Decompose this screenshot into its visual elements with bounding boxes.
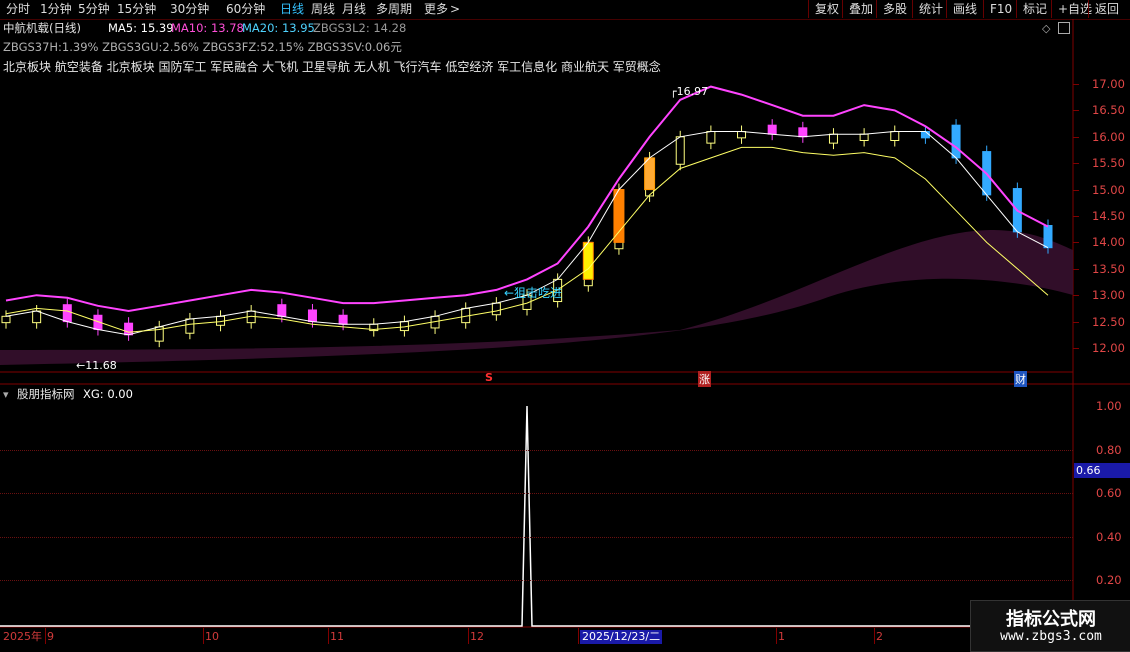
candle-body (185, 318, 195, 334)
price-tick-label: 14.50 (1092, 209, 1125, 223)
low-annotation: ←11.68 (76, 359, 117, 372)
candle-body (859, 133, 869, 141)
indicator-tick-label: 0.40 (1096, 529, 1122, 544)
candle-body (307, 309, 317, 323)
price-tick-mark (1073, 84, 1079, 85)
price-tick-mark (1073, 189, 1079, 191)
date-tick-label: 11 (330, 630, 344, 643)
indicator-gridline (0, 580, 1073, 581)
candle-body (32, 310, 42, 324)
price-tick-mark (1073, 110, 1079, 112)
candle-body (62, 304, 72, 323)
indicator-tick-label: 1.00 (1096, 399, 1122, 413)
indicator-tick-label: 0.20 (1096, 573, 1122, 587)
price-tick-label: 14.00 (1092, 235, 1125, 250)
price-tick-label: 12.00 (1092, 341, 1125, 355)
price-tick-mark (1073, 216, 1079, 217)
watermark-title: 指标公式网 (1006, 609, 1096, 630)
indicator-gridline (0, 536, 1073, 538)
candle-body (737, 131, 747, 139)
candle-body (1, 315, 11, 324)
cursor-value-badge: 0.66 (1074, 463, 1130, 478)
candle-body (767, 124, 777, 135)
candle-body (277, 304, 287, 317)
candle-body (124, 322, 134, 336)
candle-body (920, 131, 930, 139)
indicator-tick-label: 0.60 (1096, 486, 1122, 500)
breakout-bar (613, 189, 625, 243)
date-tick-label: 10 (205, 630, 219, 643)
breakout-bar (644, 157, 656, 191)
price-tick-label: 16.50 (1092, 103, 1125, 118)
price-tick-mark (1073, 321, 1079, 323)
candle-body (491, 302, 501, 316)
date-tick-mark (328, 628, 329, 644)
watermark-url: www.zbgs3.com (1000, 629, 1102, 644)
xg-signal-line (0, 405, 1073, 627)
candle-body (338, 314, 348, 325)
candle-body (1043, 225, 1053, 249)
date-tick-label: 9 (47, 630, 54, 643)
date-tick-mark (578, 628, 579, 644)
date-tick-mark (874, 628, 875, 644)
price-tick-mark (1073, 163, 1079, 165)
indicator-title: 股朋指标网 (17, 387, 75, 401)
date-tick-label: 2025/12/23/二 (580, 630, 663, 644)
event-marker-zhang[interactable]: 涨 (698, 371, 711, 387)
candlesticks (1, 119, 1053, 348)
high-annotation: ┌16.97 (670, 85, 709, 98)
price-tick-label: 13.00 (1092, 288, 1125, 303)
candle-body (828, 133, 838, 144)
candle-body (706, 131, 716, 144)
price-tick-label: 13.50 (1092, 261, 1125, 276)
price-tick-mark (1073, 268, 1079, 270)
date-tick-mark (45, 628, 46, 644)
date-tick-label: 12 (470, 630, 484, 643)
date-tick-mark (776, 628, 777, 644)
indicator-lines (0, 405, 1073, 627)
price-tick-label: 17.00 (1092, 77, 1125, 91)
candle-body (890, 131, 900, 141)
price-tick-label: 15.00 (1092, 182, 1125, 197)
breakout-bar (582, 241, 594, 280)
price-chart (0, 19, 1130, 628)
indicator-gridline (0, 449, 1073, 451)
date-tick-mark (468, 628, 469, 644)
price-tick-label: 15.50 (1092, 156, 1125, 171)
price-tick-mark (1073, 348, 1079, 349)
price-tick-mark (1073, 242, 1079, 244)
candle-body (951, 124, 961, 159)
event-marker-s[interactable]: S (485, 371, 493, 384)
indicator-tick-label: 0.80 (1096, 442, 1122, 457)
price-tick-label: 16.00 (1092, 129, 1125, 144)
price-tick-mark (1073, 295, 1079, 297)
date-tick-label: 1 (778, 630, 785, 643)
signal-annotation: ←狙击吃进 (504, 286, 563, 300)
watermark: 指标公式网 www.zbgs3.com (970, 600, 1130, 652)
candle-body (675, 136, 685, 165)
event-marker-cai[interactable]: 财 (1014, 371, 1027, 387)
date-tick-label: 2 (876, 630, 883, 643)
collapse-icon[interactable]: ▾ (3, 388, 9, 401)
date-tick-label: 2025年 (3, 630, 42, 643)
price-tick-mark (1073, 136, 1079, 138)
candle-body (798, 127, 808, 138)
date-tick-mark (203, 628, 204, 644)
xg-label: XG: 0.00 (83, 387, 133, 401)
indicator-gridline (0, 493, 1073, 494)
price-tick-label: 12.50 (1092, 314, 1125, 329)
